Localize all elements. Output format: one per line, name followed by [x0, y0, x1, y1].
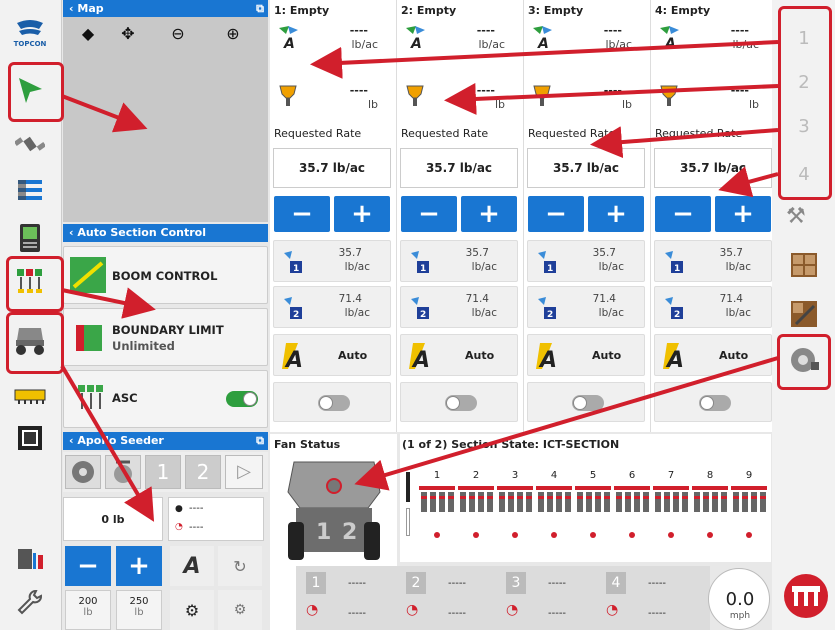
annotation-arrows	[60, 40, 779, 522]
